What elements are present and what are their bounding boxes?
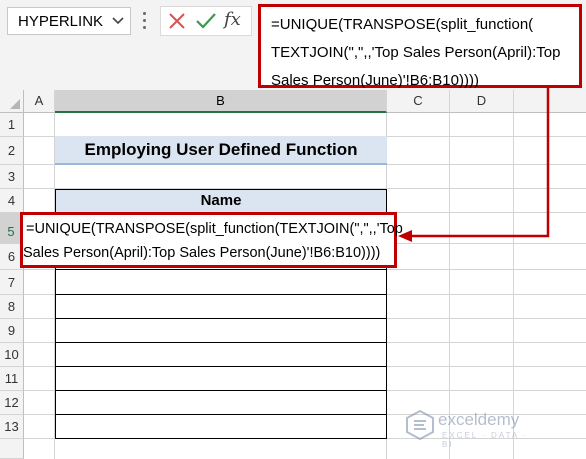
watermark-logo: exceldemy EXCEL · DATA · BI — [406, 408, 536, 449]
watermark-tagline: EXCEL · DATA · BI — [442, 431, 528, 449]
watermark-name: exceldemy — [438, 410, 520, 429]
callout-arrow — [398, 88, 550, 242]
exceldemy-logo-icon — [406, 410, 434, 440]
